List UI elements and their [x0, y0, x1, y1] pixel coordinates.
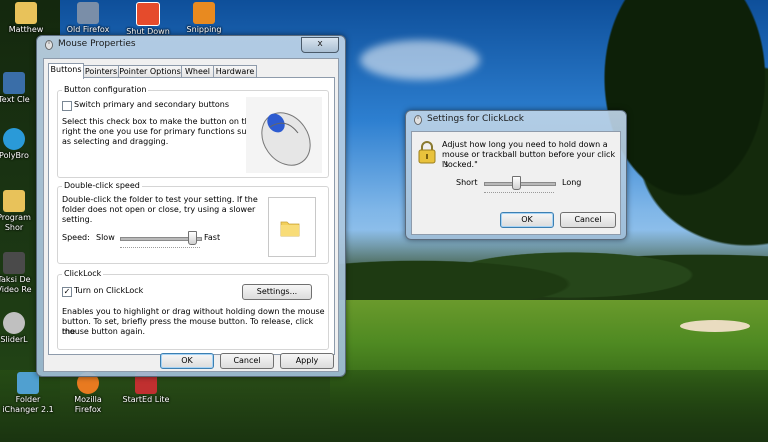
- sand-bunker: [680, 320, 750, 332]
- close-button[interactable]: x: [301, 37, 339, 53]
- slider-ticks: [484, 192, 554, 195]
- desktop-icon-shut-down[interactable]: Shut Down: [116, 2, 180, 37]
- tab-label: Pointers: [84, 67, 118, 76]
- turn-on-clicklock-checkbox[interactable]: ✓: [62, 287, 72, 297]
- mouse-illustration-icon: [246, 97, 322, 173]
- fast-label: Fast: [204, 233, 221, 242]
- cancel-button[interactable]: Cancel: [220, 353, 274, 369]
- mouse-icon: [414, 115, 422, 125]
- folder-icon[interactable]: [279, 216, 301, 238]
- group-title: Button configuration: [62, 85, 149, 94]
- checkmark-icon: ✓: [63, 287, 71, 296]
- apply-button[interactable]: Apply: [280, 353, 334, 369]
- mouse-properties-window: Mouse Properties x Buttons Pointers Poin…: [36, 35, 346, 377]
- double-click-description: folder does not open or close, try using…: [62, 205, 256, 214]
- clicklock-description: mouse button again.: [62, 327, 146, 336]
- desktop-icon-label: Firefox: [74, 405, 102, 414]
- double-click-description: Double-click the folder to test your set…: [62, 195, 258, 204]
- turn-on-clicklock-label: Turn on ClickLock: [74, 286, 144, 295]
- desktop-icon-snipping[interactable]: Snipping: [172, 2, 236, 35]
- switch-buttons-label: Switch primary and secondary buttons: [74, 100, 229, 109]
- group-title: Double-click speed: [62, 181, 142, 190]
- group-title: ClickLock: [62, 269, 104, 278]
- clicklock-description: Enables you to highlight or drag without…: [62, 307, 325, 316]
- clicklock-settings-dialog: Settings for ClickLock Adjust how long y…: [405, 110, 627, 240]
- slider-ticks: [120, 247, 200, 250]
- desktop-icon-label: Snipping: [186, 25, 222, 34]
- button-config-description: Select this check box to make the button…: [62, 117, 255, 126]
- folder-icon: [3, 190, 25, 212]
- tab-label: Buttons: [50, 65, 82, 74]
- clicklock-dialog-description: Adjust how long you need to hold down a: [442, 140, 608, 149]
- mouse-icon: [45, 40, 53, 50]
- buttons-tab-panel: Button configuration Switch primary and …: [48, 77, 335, 355]
- desktop-icon-folder-ichanger[interactable]: Folder iChanger 2.1: [0, 372, 60, 415]
- lock-icon: [418, 141, 436, 164]
- tab-buttons[interactable]: Buttons: [48, 63, 84, 79]
- double-click-speed-group: Double-click speed Double-click the fold…: [57, 181, 329, 264]
- button-configuration-group: Button configuration Switch primary and …: [57, 85, 329, 178]
- desktop-icon-label: Mozilla: [74, 395, 102, 404]
- switch-buttons-checkbox[interactable]: [62, 101, 72, 111]
- document-icon: [3, 72, 25, 94]
- desktop-icon-label: iChanger 2.1: [2, 405, 54, 414]
- double-click-description: setting.: [62, 215, 93, 224]
- power-icon: [136, 2, 160, 26]
- desktop-icon-label: StartEd Lite: [122, 395, 170, 404]
- desktop-icon-old-firefox[interactable]: Old Firefox: [56, 2, 120, 35]
- ok-button[interactable]: OK: [500, 212, 554, 228]
- button-config-description: right the one you use for primary functi…: [62, 127, 256, 136]
- firefox-icon: [77, 2, 99, 24]
- cancel-button[interactable]: Cancel: [560, 212, 616, 228]
- clicklock-settings-button[interactable]: Settings...: [242, 284, 312, 300]
- desktop-icon-matthew[interactable]: Matthew: [0, 2, 58, 35]
- dialog-title: Settings for ClickLock: [427, 114, 524, 124]
- button-config-description: as selecting and dragging.: [62, 137, 169, 146]
- tab-label: Wheel: [184, 67, 211, 76]
- double-click-speed-slider-thumb[interactable]: [188, 231, 197, 245]
- folder-icon: [17, 372, 39, 394]
- desktop-icon-mozilla-firefox[interactable]: Mozilla Firefox: [56, 372, 120, 415]
- dialog-client-area: Adjust how long you need to hold down a …: [411, 131, 621, 235]
- clicklock-dialog-description: "locked.": [442, 160, 478, 169]
- scissors-icon: [193, 2, 215, 24]
- ok-button[interactable]: OK: [160, 353, 214, 369]
- folder-icon: [15, 2, 37, 24]
- title-bar[interactable]: Mouse Properties x: [37, 36, 345, 54]
- desktop-icon-label: Folder: [15, 395, 41, 404]
- tab-label: Hardware: [215, 67, 255, 76]
- clicklock-hold-slider-thumb[interactable]: [511, 176, 521, 190]
- close-icon: x: [317, 39, 323, 49]
- globe-icon: [3, 128, 25, 150]
- slider-icon: [3, 312, 25, 334]
- slow-label: Slow: [96, 233, 115, 242]
- window-title: Mouse Properties: [58, 39, 136, 49]
- cloud: [360, 40, 480, 80]
- desktop-icon-label: Old Firefox: [66, 25, 110, 34]
- long-label: Long: [562, 178, 582, 187]
- tab-label: Pointer Options: [119, 67, 181, 76]
- camera-icon: [3, 252, 25, 274]
- test-folder-area[interactable]: [268, 197, 316, 257]
- speed-label: Speed:: [62, 233, 90, 242]
- short-label: Short: [456, 178, 478, 187]
- title-bar[interactable]: Settings for ClickLock: [406, 111, 626, 129]
- clicklock-group: ClickLock ✓ Turn on ClickLock Settings..…: [57, 269, 329, 350]
- desktop-icon-label: Matthew: [8, 25, 44, 34]
- window-client-area: Buttons Pointers Pointer Options Wheel H…: [43, 58, 339, 372]
